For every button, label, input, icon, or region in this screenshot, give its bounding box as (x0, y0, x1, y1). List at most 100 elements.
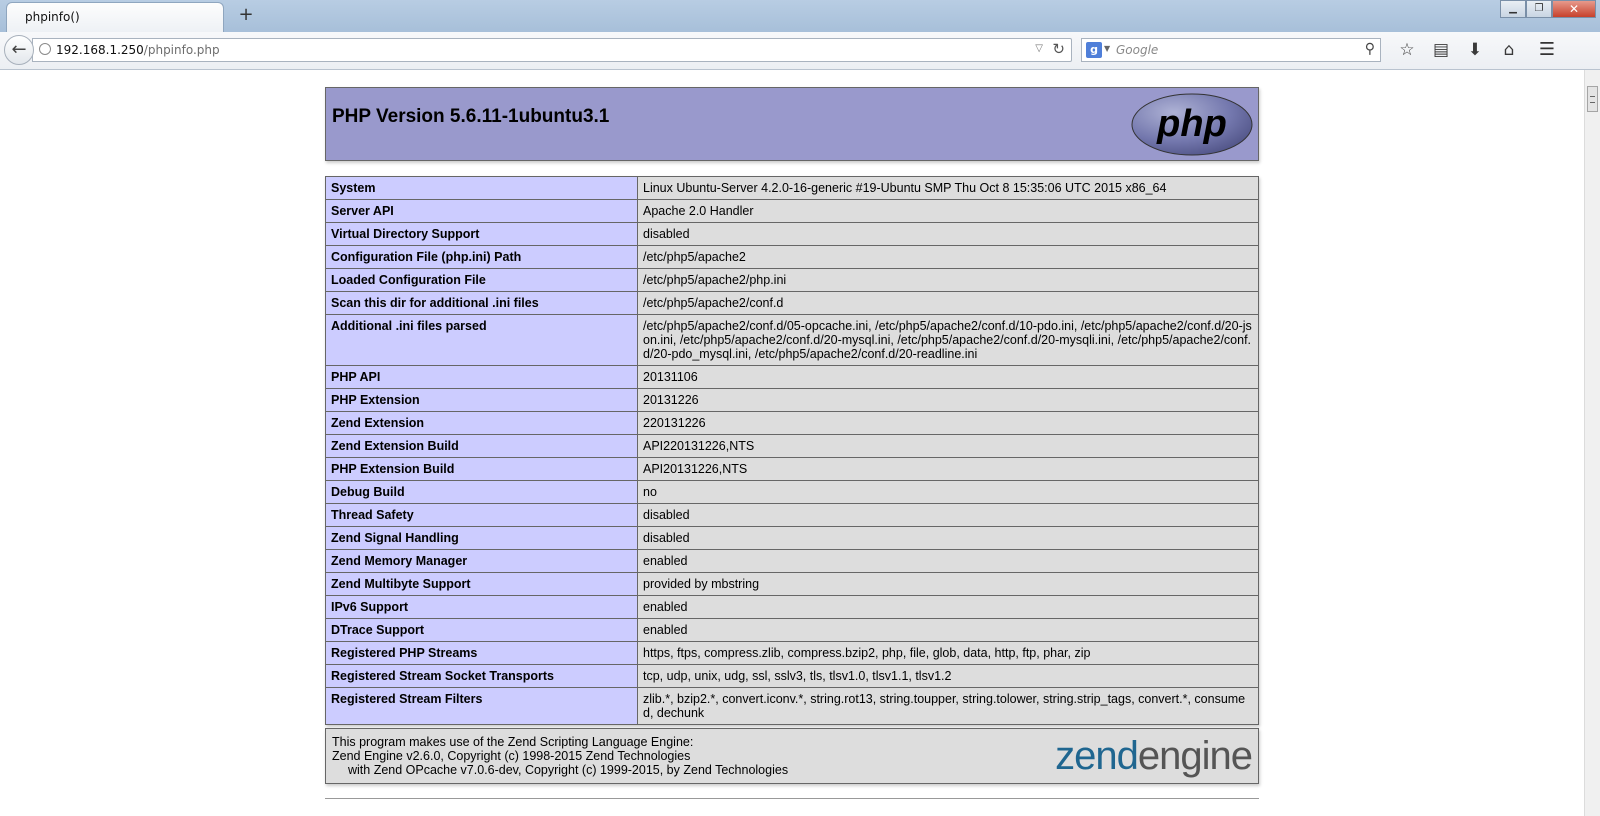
zend-text-line-2: Zend Engine v2.6.0, Copyright (c) 1998-2… (332, 749, 691, 763)
row-value: Linux Ubuntu-Server 4.2.0-16-generic #19… (637, 176, 1259, 200)
row-key: Registered Stream Socket Transports (325, 664, 638, 688)
row-value: disabled (637, 503, 1259, 527)
row-value: /etc/php5/apache2/conf.d (637, 291, 1259, 315)
table-row: Additional .ini files parsed/etc/php5/ap… (325, 314, 1259, 366)
tab-phpinfo[interactable]: phpinfo() (6, 2, 224, 32)
row-key: Registered Stream Filters (325, 687, 638, 725)
table-row: Zend Memory Manager enabled (325, 549, 1259, 573)
table-row: Zend Multibyte Support provided by mbstri… (325, 572, 1259, 596)
row-value: tcp, udp, unix, udg, ssl, sslv3, tls, tl… (637, 664, 1259, 688)
bookmark-star-icon[interactable]: ☆ (1395, 37, 1419, 63)
zend-text-line-1: This program makes use of the Zend Scrip… (332, 735, 694, 749)
row-key: PHP Extension (325, 388, 638, 412)
table-row: Scan this dir for additional .ini files /… (325, 291, 1259, 315)
row-key: Configuration File (php.ini) Path (325, 245, 638, 269)
row-value: API20131226,NTS (637, 457, 1259, 481)
maximize-button[interactable]: ❐ (1526, 0, 1552, 18)
row-key: Zend Extension Build (325, 434, 638, 458)
table-row: Registered PHP Streams https, ftps, compr… (325, 641, 1259, 665)
url-bar[interactable]: 192.168.1.250/phpinfo.php ▽ ↻ (32, 38, 1072, 62)
scrollbar-thumb[interactable] (1587, 86, 1598, 112)
row-key: Virtual Directory Support (325, 222, 638, 246)
new-tab-button[interactable]: + (236, 5, 256, 25)
url-history-dropdown-icon[interactable]: ▽ (1035, 43, 1043, 54)
table-row: Debug Build no (325, 480, 1259, 504)
reload-icon[interactable]: ↻ (1052, 40, 1065, 58)
tab-title: phpinfo() (25, 10, 80, 24)
row-key: Zend Multibyte Support (325, 572, 638, 596)
globe-icon (39, 43, 51, 55)
row-key: Additional .ini files parsed (325, 314, 638, 366)
table-row: Zend Signal Handling disabled (325, 526, 1259, 550)
row-value: zlib.*, bzip2.*, convert.iconv.*, string… (637, 687, 1259, 725)
row-key: DTrace Support (325, 618, 638, 642)
divider (325, 798, 1259, 799)
zend-text-line-3: with Zend OPcache v7.0.6-dev, Copyright … (348, 763, 789, 777)
row-key: Zend Memory Manager (325, 549, 638, 573)
home-icon[interactable]: ⌂ (1497, 37, 1521, 63)
search-engine-dropdown-icon[interactable]: ▼ (1104, 44, 1110, 53)
table-row: Server API Apache 2.0 Handler (325, 199, 1259, 223)
row-value: Apache 2.0 Handler (637, 199, 1259, 223)
table-row: Registered Stream Socket Transports tcp, … (325, 664, 1259, 688)
table-row: Zend Extension 220131226 (325, 411, 1259, 435)
search-bar[interactable]: g ▼ Google ⚲ (1081, 38, 1381, 62)
search-input[interactable]: Google (1116, 43, 1158, 57)
row-value: 20131226 (637, 388, 1259, 412)
zend-logo-word-engine: engine (1137, 734, 1253, 778)
url-path: /phpinfo.php (143, 43, 220, 57)
page-title: PHP Version 5.6.11-1ubuntu3.1 (332, 106, 610, 127)
row-value: enabled (637, 618, 1259, 642)
table-row: Configuration File (php.ini) Path/etc/ph… (325, 245, 1259, 269)
window-controls: ▁ ❐ ✕ (1500, 0, 1596, 18)
row-value: enabled (637, 549, 1259, 573)
row-key: IPv6 Support (325, 595, 638, 619)
vertical-scrollbar[interactable] (1584, 70, 1600, 816)
row-key: Zend Extension (325, 411, 638, 435)
url-host: 192.168.1.250 (56, 43, 144, 57)
row-value: enabled (637, 595, 1259, 619)
row-value: disabled (637, 526, 1259, 550)
row-value: 20131106 (637, 365, 1259, 389)
row-key: Zend Signal Handling (325, 526, 638, 550)
table-row: Loaded Configuration File/etc/php5/apach… (325, 268, 1259, 292)
row-value: /etc/php5/apache2/php.ini (637, 268, 1259, 292)
row-key: Server API (325, 199, 638, 223)
back-button[interactable]: ← (4, 35, 34, 65)
close-window-button[interactable]: ✕ (1552, 0, 1596, 18)
row-value: no (637, 480, 1259, 504)
row-key: Loaded Configuration File (325, 268, 638, 292)
table-row: Zend Extension Build API220131226,NTS (325, 434, 1259, 458)
php-version-header: PHP Version 5.6.11-1ubuntu3.1 php (325, 87, 1259, 161)
minimize-button[interactable]: ▁ (1500, 0, 1526, 18)
php-info-table: System Linux Ubuntu-Server 4.2.0-16-gener… (325, 176, 1259, 725)
row-key: System (325, 176, 638, 200)
search-icon[interactable]: ⚲ (1365, 41, 1375, 57)
table-row: DTrace Support enabled (325, 618, 1259, 642)
zend-logo-word-zend: zend (1055, 734, 1139, 778)
zend-engine-logo[interactable]: zendengine (1055, 733, 1253, 779)
php-logo[interactable]: php (1131, 93, 1253, 156)
row-value: /etc/php5/apache2/conf.d/05-opcache.ini,… (637, 314, 1259, 366)
title-bar: phpinfo() + ▁ ❐ ✕ (0, 0, 1600, 32)
table-row: System Linux Ubuntu-Server 4.2.0-16-gener… (325, 176, 1259, 200)
url-text[interactable]: 192.168.1.250/phpinfo.php (56, 43, 220, 57)
row-key: PHP Extension Build (325, 457, 638, 481)
zend-engine-box: This program makes use of the Zend Scrip… (325, 728, 1259, 784)
page-content: PHP Version 5.6.11-1ubuntu3.1 php System… (0, 70, 1584, 816)
row-value: API220131226,NTS (637, 434, 1259, 458)
google-icon[interactable]: g (1086, 42, 1102, 58)
row-key: Thread Safety (325, 503, 638, 527)
back-arrow-icon: ← (11, 39, 27, 60)
menu-icon[interactable]: ☰ (1534, 37, 1560, 63)
table-row: PHP Extension 20131226 (325, 388, 1259, 412)
reading-list-icon[interactable]: ▤ (1429, 37, 1453, 63)
table-row: IPv6 Support enabled (325, 595, 1259, 619)
download-icon[interactable]: ⬇ (1463, 37, 1487, 63)
table-row: Thread Safety disabled (325, 503, 1259, 527)
svg-text:php: php (1156, 103, 1227, 145)
table-row: PHP API 20131106 (325, 365, 1259, 389)
row-key: Debug Build (325, 480, 638, 504)
toolbar-icons: ☆ ▤ ⬇ ⌂ (1395, 37, 1521, 63)
row-value: https, ftps, compress.zlib, compress.bzi… (637, 641, 1259, 665)
